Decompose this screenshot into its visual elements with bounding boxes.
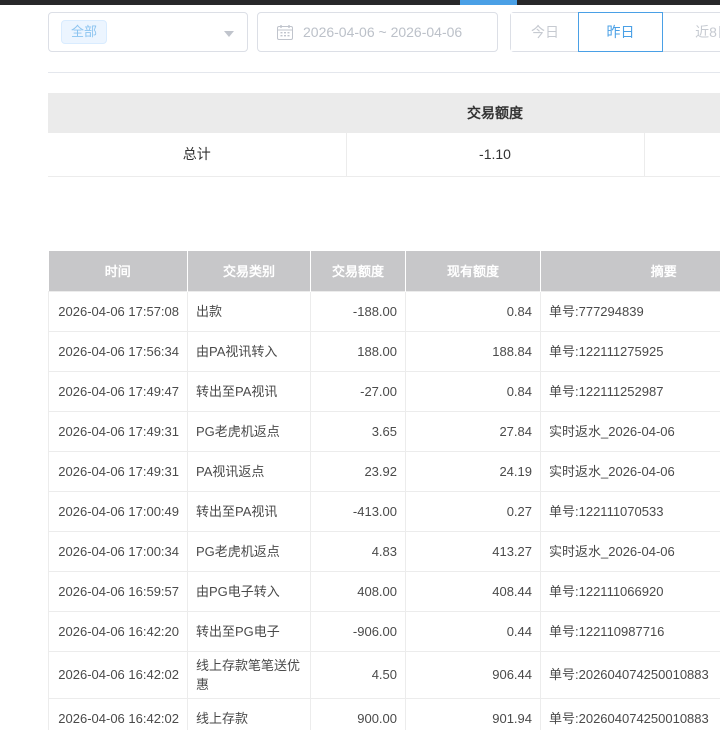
- cell-balance: 0.44: [406, 611, 541, 651]
- cell-summary: 单号:122111275925: [541, 331, 720, 371]
- cell-amount: -906.00: [311, 611, 406, 651]
- cell-amount: 3.65: [311, 411, 406, 451]
- table-header-row: 时间交易类别交易额度现有额度摘要: [49, 251, 720, 291]
- cell-type: 转出至PA视讯: [188, 371, 311, 411]
- cell-amount: -27.00: [311, 371, 406, 411]
- summary-header-empty: [48, 93, 346, 133]
- cell-summary: 单号:202604074250010883: [541, 651, 720, 698]
- cell-type: 由PA视讯转入: [188, 331, 311, 371]
- cell-summary: 实时返水_2026-04-06: [541, 531, 720, 571]
- cell-amount: 23.92: [311, 451, 406, 491]
- cell-summary: 实时返水_2026-04-06: [541, 411, 720, 451]
- table-row: 2026-04-06 16:42:20转出至PG电子-906.000.44单号:…: [49, 611, 720, 651]
- summary-table: 交易额度 总计 -1.10: [48, 93, 720, 177]
- quick-range-button-1[interactable]: 今日: [511, 13, 579, 51]
- chevron-down-icon[interactable]: [224, 31, 234, 37]
- cell-summary: 单号:122111070533: [541, 491, 720, 531]
- table-row: 2026-04-06 17:00:49转出至PA视讯-413.000.27单号:…: [49, 491, 720, 531]
- cell-balance: 0.84: [406, 371, 541, 411]
- date-range-value: 2026-04-06 ~ 2026-04-06: [303, 24, 462, 40]
- table-row: 2026-04-06 17:57:08出款-188.000.84单号:77729…: [49, 291, 720, 331]
- category-select[interactable]: 全部: [48, 12, 248, 52]
- cell-time: 2026-04-06 17:49:31: [49, 411, 188, 451]
- table-row: 2026-04-06 17:49:31PA视讯返点23.9224.19实时返水_…: [49, 451, 720, 491]
- cell-type: PA视讯返点: [188, 451, 311, 491]
- table-row: 2026-04-06 17:56:34由PA视讯转入188.00188.84单号…: [49, 331, 720, 371]
- summary-header-amount: 交易额度: [346, 93, 644, 133]
- table-row: 2026-04-06 17:49:47转出至PA视讯-27.000.84单号:1…: [49, 371, 720, 411]
- cell-time: 2026-04-06 17:49:31: [49, 451, 188, 491]
- cell-time: 2026-04-06 17:00:49: [49, 491, 188, 531]
- cell-type: 出款: [188, 291, 311, 331]
- cell-type: PG老虎机返点: [188, 531, 311, 571]
- summary-header-row: 交易额度: [48, 93, 720, 133]
- column-header: 摘要: [541, 251, 720, 291]
- cell-summary: 单号:202604074250010883: [541, 698, 720, 730]
- cell-time: 2026-04-06 16:42:02: [49, 651, 188, 698]
- summary-total-label: 总计: [48, 133, 346, 176]
- cell-balance: 906.44: [406, 651, 541, 698]
- column-header: 交易额度: [311, 251, 406, 291]
- cell-type: 线上存款笔笔送优惠: [188, 651, 311, 698]
- active-tab-indicator: [460, 0, 517, 5]
- cell-time: 2026-04-06 17:57:08: [49, 291, 188, 331]
- table-row: 2026-04-06 16:42:02线上存款900.00901.94单号:20…: [49, 698, 720, 730]
- cell-time: 2026-04-06 16:42:02: [49, 698, 188, 730]
- cell-balance: 0.27: [406, 491, 541, 531]
- transactions-table: 时间交易类别交易额度现有额度摘要 2026-04-06 17:57:08出款-1…: [48, 251, 720, 730]
- cell-time: 2026-04-06 17:00:34: [49, 531, 188, 571]
- cell-balance: 901.94: [406, 698, 541, 730]
- cell-summary: 单号:122111252987: [541, 371, 720, 411]
- cell-balance: 408.44: [406, 571, 541, 611]
- summary-empty-cell: [644, 133, 720, 176]
- selected-category-tag[interactable]: 全部: [61, 20, 107, 44]
- filter-divider: [48, 72, 720, 73]
- table-row: 2026-04-06 16:42:02线上存款笔笔送优惠4.50906.44单号…: [49, 651, 720, 698]
- quick-range-button-3[interactable]: 近8日: [663, 13, 720, 51]
- calendar-icon: [277, 25, 293, 40]
- cell-amount: 4.83: [311, 531, 406, 571]
- page: 全部 2026-04-06 ~ 2026-04-06 今日昨日近8日 交易额度 …: [0, 0, 720, 730]
- column-header: 现有额度: [406, 251, 541, 291]
- cell-type: PG老虎机返点: [188, 411, 311, 451]
- cell-amount: 408.00: [311, 571, 406, 611]
- cell-type: 转出至PG电子: [188, 611, 311, 651]
- summary-total-value: -1.10: [346, 133, 644, 176]
- quick-range-button-group: 今日昨日近8日: [510, 12, 720, 52]
- cell-balance: 24.19: [406, 451, 541, 491]
- cell-amount: 188.00: [311, 331, 406, 371]
- cell-summary: 单号:122110987716: [541, 611, 720, 651]
- cell-summary: 单号:122111066920: [541, 571, 720, 611]
- cell-type: 转出至PA视讯: [188, 491, 311, 531]
- cell-balance: 188.84: [406, 331, 541, 371]
- cell-summary: 实时返水_2026-04-06: [541, 451, 720, 491]
- table-row: 2026-04-06 17:00:34PG老虎机返点4.83413.27实时返水…: [49, 531, 720, 571]
- cell-balance: 413.27: [406, 531, 541, 571]
- cell-amount: 4.50: [311, 651, 406, 698]
- cell-balance: 0.84: [406, 291, 541, 331]
- transactions-thead: 时间交易类别交易额度现有额度摘要: [49, 251, 720, 291]
- summary-header-empty: [644, 93, 720, 133]
- cell-summary: 单号:777294839: [541, 291, 720, 331]
- cell-amount: -413.00: [311, 491, 406, 531]
- cell-type: 由PG电子转入: [188, 571, 311, 611]
- column-header: 时间: [49, 251, 188, 291]
- cell-amount: -188.00: [311, 291, 406, 331]
- table-row: 2026-04-06 17:49:31PG老虎机返点3.6527.84实时返水_…: [49, 411, 720, 451]
- transactions-tbody: 2026-04-06 17:57:08出款-188.000.84单号:77729…: [49, 291, 720, 730]
- cell-amount: 900.00: [311, 698, 406, 730]
- quick-range-button-2[interactable]: 昨日: [578, 12, 663, 52]
- cell-time: 2026-04-06 17:56:34: [49, 331, 188, 371]
- column-header: 交易类别: [188, 251, 311, 291]
- cell-time: 2026-04-06 16:59:57: [49, 571, 188, 611]
- top-strip: [0, 0, 720, 5]
- cell-balance: 27.84: [406, 411, 541, 451]
- table-row: 2026-04-06 16:59:57由PG电子转入408.00408.44单号…: [49, 571, 720, 611]
- cell-type: 线上存款: [188, 698, 311, 730]
- cell-time: 2026-04-06 17:49:47: [49, 371, 188, 411]
- summary-total-row: 总计 -1.10: [48, 133, 720, 176]
- cell-time: 2026-04-06 16:42:20: [49, 611, 188, 651]
- date-range-picker[interactable]: 2026-04-06 ~ 2026-04-06: [257, 12, 498, 52]
